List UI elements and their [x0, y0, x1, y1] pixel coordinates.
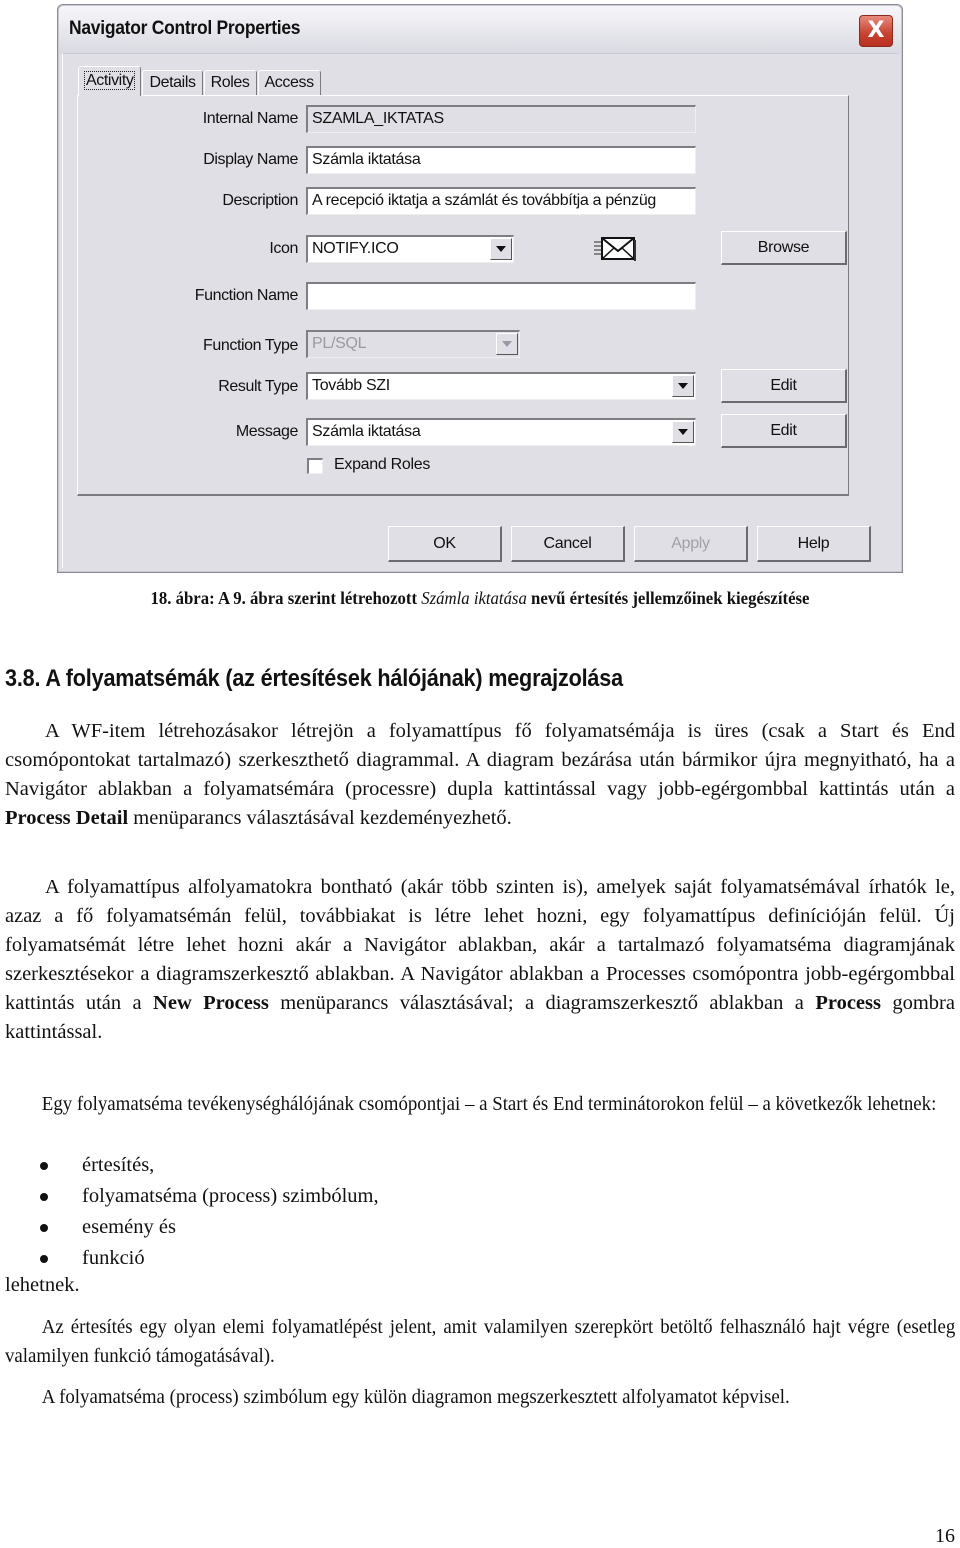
caption-suffix: nevű értesítés jellemzőinek kiegészítése — [526, 588, 810, 608]
p5-text: A folyamatséma (process) szimbólum egy k… — [41, 1386, 790, 1408]
function-type-combo: PL/SQL — [306, 330, 520, 358]
tab-details[interactable]: Details — [142, 70, 203, 96]
list-item: esemény és — [40, 1212, 379, 1243]
result-type-combo[interactable]: Tovább SZI — [306, 372, 696, 400]
message-value: Számla iktatása — [312, 423, 421, 440]
paragraph-4: Az értesítés egy olyan elemi folyamatlép… — [5, 1313, 955, 1371]
description-label: Description — [222, 192, 298, 209]
chevron-down-icon — [678, 383, 688, 389]
tab-label: Access — [264, 74, 315, 91]
paragraph-1: A WF-item létrehozásakor létrejön a foly… — [5, 717, 955, 833]
tab-label: Roles — [210, 74, 250, 91]
bullet-icon — [40, 1162, 48, 1170]
icon-combo[interactable]: NOTIFY.ICO — [306, 235, 514, 263]
p2-bold-2: Process — [815, 992, 881, 1014]
edit-message-button[interactable]: Edit — [721, 414, 847, 448]
paragraph-5: A folyamatséma (process) szimbólum egy k… — [5, 1383, 955, 1412]
p3-text: Egy folyamatséma tevékenységhálójának cs… — [41, 1093, 937, 1115]
tab-label: Activity — [83, 71, 136, 90]
bullet-icon — [40, 1255, 48, 1263]
description-field[interactable]: A recepció iktatja a számlát és továbbít… — [306, 187, 696, 215]
envelope-icon — [594, 237, 636, 261]
message-arrow[interactable] — [672, 421, 694, 443]
tab-activity[interactable]: Activity — [78, 66, 142, 96]
list-item-text: értesítés, — [82, 1154, 155, 1176]
list-item: értesítés, — [40, 1150, 379, 1181]
expand-roles-checkbox[interactable] — [307, 458, 323, 474]
list-item-text: folyamatséma (process) szimbólum, — [82, 1185, 379, 1207]
caption-italic: Számla iktatása — [421, 588, 527, 608]
edit-result-type-button[interactable]: Edit — [721, 369, 847, 403]
function-name-field[interactable] — [306, 282, 696, 310]
list-item-text: funkció — [82, 1247, 145, 1269]
chevron-down-icon — [502, 341, 512, 347]
list-item: funkció — [40, 1243, 379, 1274]
function-type-label: Function Type — [202, 337, 298, 354]
result-type-arrow[interactable] — [672, 375, 694, 397]
apply-button: Apply — [634, 526, 748, 562]
bullet-icon — [40, 1193, 48, 1201]
tab-strip: Activity Details Roles Access — [78, 66, 322, 96]
p1-bold: Process Detail — [5, 807, 129, 829]
icon-combo-arrow[interactable] — [490, 238, 512, 260]
caption-prefix: 18. ábra: A 9. ábra szerint létrehozott — [150, 588, 422, 608]
paragraph-3: Egy folyamatséma tevékenységhálójának cs… — [5, 1090, 955, 1119]
p2-bold-1: New Process — [153, 992, 269, 1014]
dialog-title: Navigator Control Properties — [69, 18, 301, 39]
internal-name-label: Internal Name — [202, 110, 299, 127]
dialog-client-area: Activity Details Roles Access Internal N… — [62, 53, 898, 568]
activity-tab-panel: Internal Name SZAMLA_IKTATAS Display Nam… — [77, 95, 849, 496]
message-label: Message — [235, 423, 299, 440]
tab-label: Details — [149, 74, 196, 91]
list-item: folyamatséma (process) szimbólum, — [40, 1181, 379, 1212]
icon-combo-value: NOTIFY.ICO — [312, 240, 399, 257]
after-list-text: lehetnek. — [5, 1274, 80, 1296]
section-heading: 3.8. A folyamatsémák (az értesítések hál… — [5, 665, 623, 692]
function-name-label: Function Name — [194, 287, 299, 304]
message-combo[interactable]: Számla iktatása — [306, 418, 696, 446]
ok-button[interactable]: OK — [388, 526, 502, 562]
result-type-value: Tovább SZI — [312, 377, 390, 394]
dialog-titlebar[interactable]: Navigator Control Properties X — [59, 6, 901, 54]
icon-label: Icon — [269, 240, 298, 257]
chevron-down-icon — [496, 246, 506, 252]
internal-name-field[interactable]: SZAMLA_IKTATAS — [306, 105, 696, 133]
display-name-field[interactable]: Számla iktatása — [306, 146, 696, 174]
help-button[interactable]: Help — [757, 526, 871, 562]
properties-dialog: Navigator Control Properties X Activity … — [57, 4, 903, 573]
p4-text: Az értesítés egy olyan elemi folyamatlép… — [5, 1316, 956, 1367]
tab-access[interactable]: Access — [257, 70, 321, 96]
paragraph-2: A folyamattípus alfolyamatokra bontható … — [5, 873, 955, 1047]
function-type-arrow — [496, 333, 518, 355]
p1-text-after: menüparancs választásával kezdeményezhet… — [128, 807, 512, 829]
figure-caption: 18. ábra: A 9. ábra szerint létrehozott … — [34, 588, 927, 609]
expand-roles-label: Expand Roles — [334, 456, 431, 473]
browse-button[interactable]: Browse — [721, 231, 847, 265]
node-type-list: értesítés, folyamatséma (process) szimbó… — [40, 1150, 379, 1274]
cancel-button[interactable]: Cancel — [511, 526, 625, 562]
p2-text-middle: menüparancs választásával; a diagramszer… — [268, 992, 816, 1014]
close-icon: X — [867, 18, 885, 43]
display-name-label: Display Name — [203, 151, 298, 168]
close-button[interactable]: X — [859, 15, 893, 47]
chevron-down-icon — [678, 429, 688, 435]
list-item-text: esemény és — [82, 1216, 176, 1238]
tab-roles[interactable]: Roles — [203, 70, 257, 96]
result-type-label: Result Type — [218, 378, 298, 395]
function-type-value: PL/SQL — [312, 335, 367, 352]
p1-text-before: A WF-item létrehozásakor létrejön a foly… — [5, 720, 955, 800]
bullet-icon — [40, 1224, 48, 1232]
